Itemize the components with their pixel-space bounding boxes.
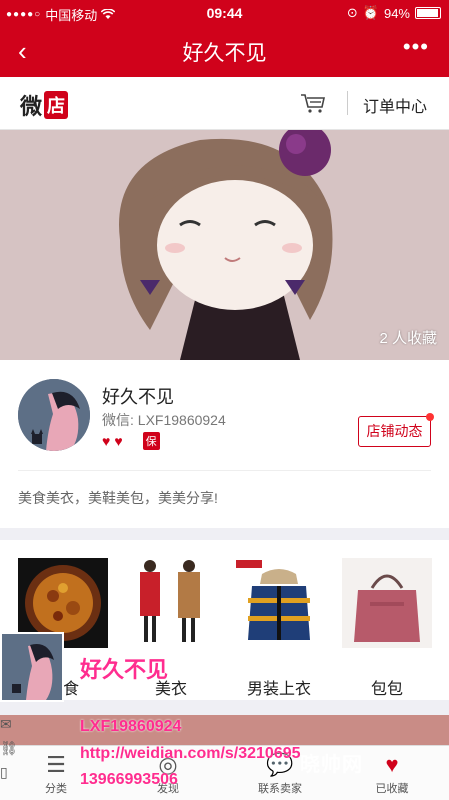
heart-icon: ♥ [385,752,399,777]
more-icon[interactable]: ••• [403,34,429,60]
credit-badges: ♥ ♥ 保 [102,432,160,450]
store-info-card: 好久不见 微信: LXF19860924 ♥ ♥ 保 店铺动态 美食美衣，美鞋美… [0,360,449,528]
category-label: 包包 [370,681,403,698]
header-divider [347,91,348,115]
battery-percent: 94% [383,5,410,21]
page-title: 好久不见 [182,42,267,65]
wechat-icon: ✉ [0,716,12,732]
top-bar: ●●●●○ 中国移动 09:44 ⊙ ⏰ 94% ‹ 好久不见 ••• [0,0,449,77]
guarantee-badge: 保 [142,432,160,450]
bag-thumbnail [342,558,432,648]
store-header: 微 店 订单中心 [0,77,449,130]
overlay-side-icons: ✉ ⛓ ▯ [0,716,20,788]
clothing-thumbnail [126,558,216,648]
store-dynamics-button[interactable]: 店铺动态 [358,413,434,447]
overlay-name: 好久不见 [80,657,169,682]
shop-name: 好久不见 [102,387,174,407]
heart-icon: ♥ [102,433,111,449]
link-icon: ⛓ [0,740,18,756]
wechat-id: 微信: LXF19860924 [102,412,226,428]
cart-icon[interactable] [300,92,326,114]
store-description: 美食美衣，美鞋美包，美美分享! [18,490,218,506]
divider [18,470,431,471]
phone-icon: ▯ [0,764,8,780]
overlay-phone: 13966993506 [80,771,178,788]
watermark: 晓帅网 [300,754,363,776]
avatar[interactable] [18,379,90,451]
product-banner-strip[interactable] [0,715,449,745]
menswear-thumbnail [234,558,324,648]
heart-icon: ♥ [114,433,123,449]
overlay-wechat: LXF19860924 [80,718,182,735]
rotation-lock-icon: ⊙ [346,5,358,20]
overlay-url: http://weidian.com/s/3210695 [80,745,301,762]
favorites-count: 2 人收藏 [379,330,437,347]
notification-dot [426,413,434,421]
overlay-avatar [0,632,64,702]
status-bar: ●●●●○ 中国移动 09:44 ⊙ ⏰ 94% [0,0,449,26]
battery-icon [415,7,441,19]
category-grid: 美食 美衣 男装上衣 包包 [0,540,449,700]
alarm-icon: ⏰ [362,5,379,20]
category-item-menswear[interactable]: 男装上衣 [234,558,324,699]
category-label: 男装上衣 [246,681,311,698]
order-center-link[interactable]: 订单中心 [363,93,427,117]
category-item-bags[interactable]: 包包 [342,558,432,699]
banner-illustration [0,130,449,360]
tab-favorited[interactable]: ♥ 已收藏 [352,750,432,796]
store-banner[interactable]: 2 人收藏 [0,130,449,360]
nav-bar: ‹ 好久不见 ••• [0,26,449,77]
weidian-logo[interactable]: 微 店 [20,89,69,121]
